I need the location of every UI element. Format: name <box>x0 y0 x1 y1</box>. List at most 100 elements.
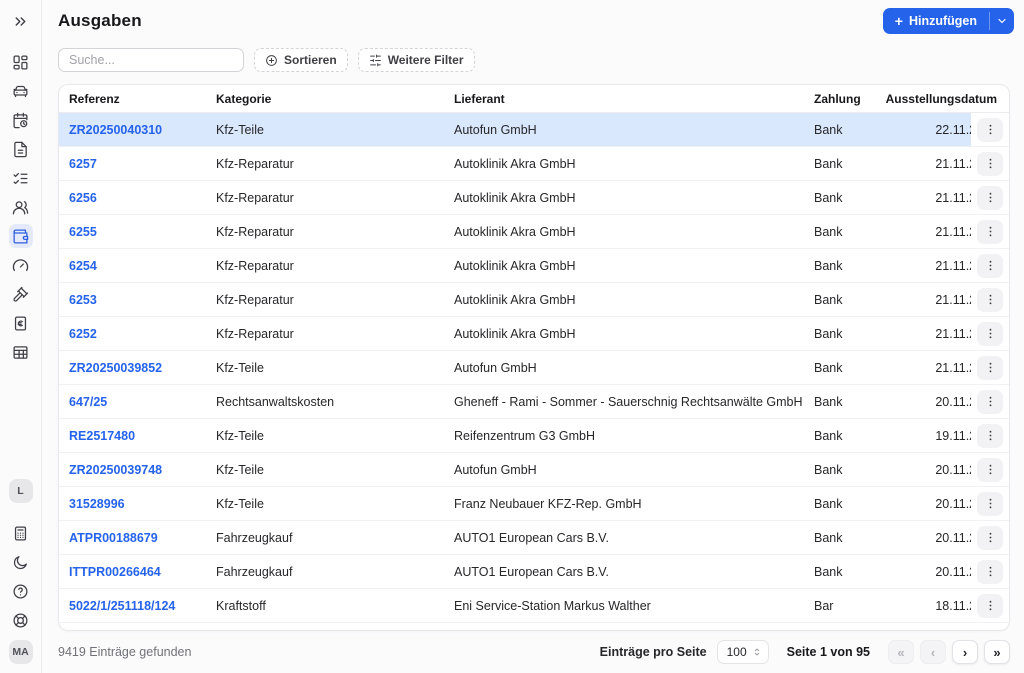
reference-link[interactable]: 6255 <box>69 225 97 239</box>
per-page-select[interactable]: 100 <box>716 640 769 664</box>
row-menu-button[interactable] <box>977 389 1003 414</box>
next-page-button[interactable]: › <box>952 640 978 664</box>
sidebar-item-calendar[interactable] <box>9 108 33 132</box>
table-row[interactable]: 5022/1/251118/124 Kraftstoff Eni Service… <box>59 589 1009 623</box>
reference-link[interactable]: 6252 <box>69 327 97 341</box>
sidebar-nav <box>8 50 33 364</box>
sort-button[interactable]: Sortieren <box>254 48 348 72</box>
moon-icon <box>13 555 27 569</box>
row-menu-button[interactable] <box>977 321 1003 346</box>
sidebar-item-expenses[interactable] <box>8 224 33 248</box>
column-header-zahlung[interactable]: Zahlung <box>804 92 876 106</box>
table-row[interactable]: 6256 Kfz-Reparatur Autoklinik Akra GmbH … <box>59 181 1009 215</box>
table-row[interactable]: ATPR00188679 Fahrzeugkauf AUTO1 European… <box>59 521 1009 555</box>
row-menu-button[interactable] <box>977 355 1003 380</box>
table-row[interactable]: ZR20250039748 Kfz-Teile Autofun GmbH Ban… <box>59 453 1009 487</box>
row-menu-button[interactable] <box>977 117 1003 142</box>
row-menu-button[interactable] <box>977 457 1003 482</box>
workspace-badge[interactable]: L <box>8 479 33 503</box>
reference-link[interactable]: ITTPR00266464 <box>69 565 161 579</box>
sidebar-expand-button[interactable] <box>8 8 34 34</box>
table-row[interactable]: 6255 Kfz-Reparatur Autoklinik Akra GmbH … <box>59 215 1009 249</box>
expenses-table: Referenz Kategorie Lieferant Zahlung Aus… <box>58 84 1010 631</box>
payment-cell: Bank <box>814 224 843 239</box>
sidebar-item-tasks[interactable] <box>9 166 33 190</box>
table-row[interactable]: 6253 Kfz-Reparatur Autoklinik Akra GmbH … <box>59 283 1009 317</box>
row-menu-button[interactable] <box>977 491 1003 516</box>
row-menu-button[interactable] <box>977 219 1003 244</box>
sidebar-item-invoices[interactable] <box>9 311 33 335</box>
calendar-clock-icon <box>13 112 28 128</box>
calculator-button[interactable] <box>9 521 33 545</box>
sidebar-item-contacts[interactable] <box>9 195 33 219</box>
supplier-cell: Autoklinik Akra GmbH <box>454 224 576 239</box>
main-content: Ausgaben + Hinzufügen Sortieren Weitere … <box>42 0 1024 673</box>
table-row[interactable]: 647/25 Rechtsanwaltskosten Gheneff - Ram… <box>59 385 1009 419</box>
chevrons-right-icon <box>15 16 26 26</box>
category-cell: Fahrzeugkauf <box>216 530 293 545</box>
column-header-lieferant[interactable]: Lieferant <box>444 92 804 106</box>
help-button[interactable] <box>9 579 33 603</box>
sidebar-item-tables[interactable] <box>9 340 33 364</box>
row-menu-button[interactable] <box>977 253 1003 278</box>
add-button[interactable]: + Hinzufügen <box>882 8 1014 34</box>
user-avatar[interactable]: MA <box>8 640 33 664</box>
row-menu-button[interactable] <box>977 423 1003 448</box>
sidebar-item-vehicles[interactable] <box>9 79 33 103</box>
table-row[interactable]: RE2517480 Kfz-Teile Reifenzentrum G3 Gmb… <box>59 419 1009 453</box>
reference-link[interactable]: ZR20250039748 <box>69 463 162 477</box>
sidebar-bottom-nav <box>9 521 33 632</box>
add-dropdown-toggle[interactable] <box>990 8 1014 34</box>
kebab-menu-icon <box>989 226 991 237</box>
row-actions <box>971 555 1009 588</box>
table-header-row: Referenz Kategorie Lieferant Zahlung Aus… <box>59 85 1009 113</box>
column-header-kategorie[interactable]: Kategorie <box>206 92 444 106</box>
car-icon <box>13 85 28 97</box>
reference-link[interactable]: RE2517480 <box>69 429 135 443</box>
table-row[interactable]: ITTPR00266464 Fahrzeugkauf AUTO1 Europea… <box>59 555 1009 589</box>
row-menu-button[interactable] <box>977 151 1003 176</box>
sidebar-item-gauge[interactable] <box>9 253 33 277</box>
table-row[interactable]: ZR20250040310 Kfz-Teile Autofun GmbH Ban… <box>59 113 1009 147</box>
reference-link[interactable]: 6256 <box>69 191 97 205</box>
row-actions <box>971 487 1009 520</box>
table-row[interactable]: 6252 Kfz-Reparatur Autoklinik Akra GmbH … <box>59 317 1009 351</box>
supplier-cell: Reifenzentrum G3 GmbH <box>454 428 596 443</box>
reference-link[interactable]: 31528996 <box>69 497 125 511</box>
table-row[interactable]: 6257 Kfz-Reparatur Autoklinik Akra GmbH … <box>59 147 1009 181</box>
column-header-referenz[interactable]: Referenz <box>59 92 206 106</box>
table-row[interactable]: 31528996 Kfz-Teile Franz Neubauer KFZ-Re… <box>59 487 1009 521</box>
row-menu-button[interactable] <box>977 185 1003 210</box>
kebab-menu-icon <box>989 328 991 339</box>
dark-mode-button[interactable] <box>9 550 33 574</box>
last-page-button[interactable]: » <box>984 640 1010 664</box>
life-buoy-icon <box>13 612 28 628</box>
sidebar-item-legal[interactable] <box>9 282 33 306</box>
reference-link[interactable]: 647/25 <box>69 395 107 409</box>
reference-link[interactable]: ATPR00188679 <box>69 531 158 545</box>
row-menu-button[interactable] <box>977 287 1003 312</box>
sort-button-label: Sortieren <box>284 53 337 67</box>
sidebar-item-dashboard[interactable] <box>9 50 33 74</box>
table-row[interactable]: 6254 Kfz-Reparatur Autoklinik Akra GmbH … <box>59 249 1009 283</box>
table-row[interactable]: ZR20250039852 Kfz-Teile Autofun GmbH Ban… <box>59 351 1009 385</box>
supplier-cell: Eni Service-Station Markus Walther <box>454 598 651 613</box>
column-header-ausstellungsdatum[interactable]: Ausstellungsdatum <box>876 92 1009 106</box>
reference-link[interactable]: 6253 <box>69 293 97 307</box>
reference-link[interactable]: ZR20250039852 <box>69 361 162 375</box>
more-filters-button[interactable]: Weitere Filter <box>357 48 475 72</box>
reference-link[interactable]: 6254 <box>69 259 97 273</box>
reference-link[interactable]: ZR20250040310 <box>69 123 162 137</box>
search-input[interactable] <box>58 48 244 72</box>
first-page-button: « <box>888 640 914 664</box>
wallet-icon <box>13 228 29 244</box>
reference-link[interactable]: 5022/1/251118/124 <box>69 599 175 613</box>
row-menu-button[interactable] <box>977 525 1003 550</box>
reference-link[interactable]: 6257 <box>69 157 97 171</box>
row-menu-button[interactable] <box>977 593 1003 618</box>
row-actions <box>971 419 1009 452</box>
row-menu-button[interactable] <box>977 559 1003 584</box>
sidebar-item-documents[interactable] <box>9 137 33 161</box>
support-button[interactable] <box>9 608 33 632</box>
category-cell: Kfz-Reparatur <box>216 292 294 307</box>
